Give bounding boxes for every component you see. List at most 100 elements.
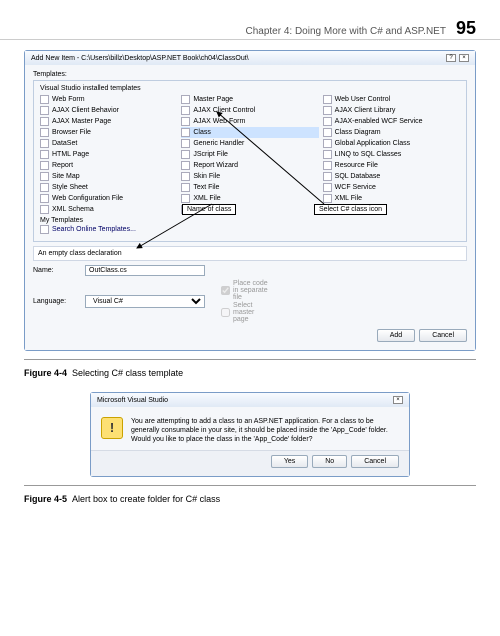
template-item[interactable]: HTML Page xyxy=(40,149,177,160)
template-icon xyxy=(40,150,49,159)
templates-group-label: Visual Studio installed templates xyxy=(40,85,460,92)
template-icon xyxy=(40,128,49,137)
alert-title: Microsoft Visual Studio xyxy=(97,397,168,404)
template-item-label: Class Diagram xyxy=(335,129,381,136)
template-item[interactable]: Class Diagram xyxy=(323,127,460,138)
template-item-label: AJAX Web Form xyxy=(193,118,245,125)
template-icon xyxy=(181,172,190,181)
template-item[interactable]: XML File xyxy=(323,193,460,204)
template-item-label: SQL Database xyxy=(335,173,381,180)
template-item-label: Text File xyxy=(193,184,219,191)
template-item[interactable]: DataSet xyxy=(40,138,177,149)
template-item-label: AJAX Client Behavior xyxy=(52,107,119,114)
language-select[interactable]: Visual C# xyxy=(85,295,205,308)
template-item[interactable]: JScript File xyxy=(181,149,318,160)
template-item-label: AJAX-enabled WCF Service xyxy=(335,118,423,125)
my-templates-label: My Templates xyxy=(40,217,460,224)
template-item-label: Master Page xyxy=(193,96,233,103)
dialog-title: Add New Item - C:\Users\billz\Desktop\AS… xyxy=(31,55,249,62)
template-item[interactable]: XML File xyxy=(181,193,318,204)
template-item[interactable]: XML Schema xyxy=(40,204,177,215)
template-item[interactable]: AJAX Client Library xyxy=(323,105,460,116)
templates-fieldset: Visual Studio installed templates Web Fo… xyxy=(33,80,467,242)
search-online-templates[interactable]: Search Online Templates... xyxy=(40,224,460,235)
template-item-label: WCF Service xyxy=(335,184,376,191)
template-item[interactable]: WCF Service xyxy=(323,182,460,193)
template-item[interactable]: Global Application Class xyxy=(323,138,460,149)
master-page-checkbox: Select master page xyxy=(221,302,269,323)
template-icon xyxy=(181,95,190,104)
template-item[interactable]: Generic Handler xyxy=(181,138,318,149)
template-icon xyxy=(40,106,49,115)
template-item-label: Resource File xyxy=(335,162,378,169)
template-item-label: Site Map xyxy=(52,173,80,180)
template-item-label: AJAX Client Control xyxy=(193,107,255,114)
template-icon xyxy=(40,183,49,192)
template-icon xyxy=(181,106,190,115)
template-item[interactable]: LINQ to SQL Classes xyxy=(323,149,460,160)
template-item[interactable]: Text File xyxy=(181,182,318,193)
template-item[interactable]: AJAX Client Control xyxy=(181,105,318,116)
template-item-label: Browser File xyxy=(52,129,91,136)
help-icon[interactable]: ? xyxy=(446,54,456,62)
template-icon xyxy=(323,95,332,104)
templates-label: Templates: xyxy=(33,71,467,78)
template-icon xyxy=(323,128,332,137)
template-item[interactable]: AJAX Web Form xyxy=(181,116,318,127)
name-label: Name: xyxy=(33,267,81,274)
template-item[interactable]: SQL Database xyxy=(323,171,460,182)
page-number: 95 xyxy=(456,18,476,39)
template-item[interactable]: Skin File xyxy=(181,171,318,182)
template-item-label: XML Schema xyxy=(52,206,94,213)
template-item-label: LINQ to SQL Classes xyxy=(335,151,402,158)
template-item[interactable]: Web Form xyxy=(40,94,177,105)
window-controls: ? × xyxy=(445,54,469,62)
template-item-label: AJAX Master Page xyxy=(52,118,111,125)
language-label: Language: xyxy=(33,298,81,305)
cancel-button[interactable]: Cancel xyxy=(351,455,399,468)
template-icon xyxy=(323,139,332,148)
template-item[interactable]: Resource File xyxy=(323,160,460,171)
add-button[interactable]: Add xyxy=(377,329,415,342)
figure-4-4: Add New Item - C:\Users\billz\Desktop\AS… xyxy=(24,50,476,351)
no-button[interactable]: No xyxy=(312,455,347,468)
template-icon xyxy=(40,161,49,170)
chapter-label: Chapter 4: Doing More with C# and ASP.NE… xyxy=(245,26,445,37)
template-icon xyxy=(40,95,49,104)
template-item[interactable]: Style Sheet xyxy=(40,182,177,193)
template-item[interactable]: AJAX Client Behavior xyxy=(40,105,177,116)
template-item-label: Web User Control xyxy=(335,96,391,103)
template-icon xyxy=(40,172,49,181)
template-item-label: Report Wizard xyxy=(193,162,238,169)
template-item-label: DataSet xyxy=(52,140,77,147)
template-item-label: XML File xyxy=(335,195,362,202)
template-icon xyxy=(323,183,332,192)
template-icon xyxy=(40,139,49,148)
template-item-label: Class xyxy=(193,129,211,136)
page-header: Chapter 4: Doing More with C# and ASP.NE… xyxy=(0,0,500,40)
template-item-label: Skin File xyxy=(193,173,220,180)
template-item[interactable]: Web Configuration File xyxy=(40,193,177,204)
template-item[interactable]: Report Wizard xyxy=(181,160,318,171)
template-icon xyxy=(323,150,332,159)
close-icon[interactable]: × xyxy=(459,54,469,62)
close-icon[interactable]: × xyxy=(393,396,403,404)
template-item[interactable]: Class xyxy=(181,127,318,138)
template-item[interactable]: Master Page xyxy=(181,94,318,105)
yes-button[interactable]: Yes xyxy=(271,455,308,468)
template-item[interactable]: Report xyxy=(40,160,177,171)
template-icon xyxy=(181,128,190,137)
template-item[interactable]: Web User Control xyxy=(323,94,460,105)
cancel-button[interactable]: Cancel xyxy=(419,329,467,342)
template-icon xyxy=(323,194,332,203)
template-item[interactable]: Browser File xyxy=(40,127,177,138)
template-description: An empty class declaration xyxy=(33,246,467,261)
template-item-label: HTML Page xyxy=(52,151,89,158)
name-input[interactable] xyxy=(85,265,205,276)
annotation-name-of-class: Name of class xyxy=(182,204,236,215)
template-item-label: Web Configuration File xyxy=(52,195,123,202)
template-item[interactable]: AJAX-enabled WCF Service xyxy=(323,116,460,127)
figure-4-5-caption: Figure 4-5 Alert box to create folder fo… xyxy=(24,494,476,504)
template-item[interactable]: AJAX Master Page xyxy=(40,116,177,127)
template-item[interactable]: Site Map xyxy=(40,171,177,182)
